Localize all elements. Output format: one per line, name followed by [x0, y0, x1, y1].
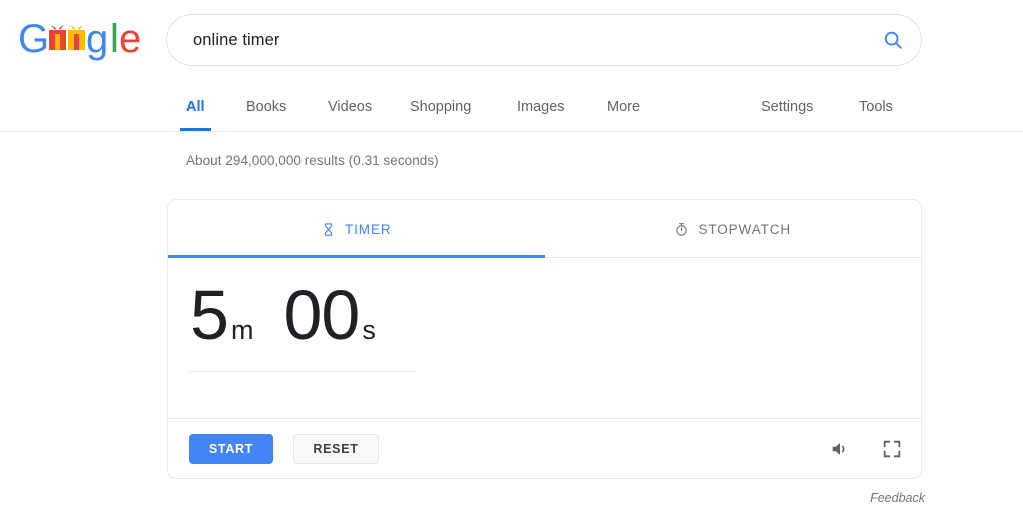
header-divider	[0, 131, 1023, 132]
timer-seconds: 00	[283, 276, 360, 354]
tab-more[interactable]: More	[607, 86, 640, 131]
page-header: G g l e online timer All Books Videos Sh…	[0, 0, 1023, 132]
tab-books[interactable]: Books	[246, 86, 286, 131]
volume-button[interactable]	[827, 436, 853, 462]
tab-timer[interactable]: TIMER	[168, 200, 545, 258]
gift-box-red	[49, 25, 66, 50]
hourglass-icon	[324, 222, 333, 236]
time-input-underline	[189, 371, 415, 372]
gift-box-yellow	[68, 25, 85, 50]
settings-link[interactable]: Settings	[761, 86, 813, 131]
stopwatch-icon	[676, 222, 688, 236]
timer-widget-card: TIMER STOPWATCH 5 m 00 s START RESET	[167, 199, 922, 479]
timer-minutes: 5	[190, 276, 229, 354]
search-results-page: G g l e online timer All Books Videos Sh…	[0, 0, 1023, 526]
tab-images[interactable]: Images	[517, 86, 565, 131]
tab-all[interactable]: All	[180, 86, 210, 131]
volume-on-icon	[832, 443, 845, 455]
result-stats: About 294,000,000 results (0.31 seconds)	[186, 153, 439, 168]
timer-display-area: 5 m 00 s	[168, 258, 921, 418]
tab-videos[interactable]: Videos	[328, 86, 372, 131]
search-button[interactable]	[865, 15, 921, 65]
timer-control-icons	[827, 419, 905, 478]
tab-stopwatch[interactable]: STOPWATCH	[545, 200, 922, 258]
fullscreen-icon	[883, 440, 901, 458]
search-bar[interactable]	[166, 14, 922, 66]
timer-card-tabs: TIMER STOPWATCH	[168, 200, 921, 258]
svg-text:g: g	[86, 18, 108, 61]
search-icon	[884, 31, 902, 49]
tab-stopwatch-label: STOPWATCH	[698, 221, 792, 237]
feedback-link[interactable]: Feedback	[870, 491, 925, 505]
svg-text:e: e	[119, 18, 141, 61]
tab-shopping[interactable]: Shopping	[410, 86, 471, 131]
svg-text:G: G	[18, 18, 49, 61]
svg-text:l: l	[110, 18, 119, 61]
timer-controls: START RESET	[168, 418, 921, 478]
timer-minutes-unit: m	[230, 315, 254, 345]
time-display[interactable]: 5 m 00 s	[190, 280, 376, 350]
tab-timer-label: TIMER	[345, 221, 392, 237]
timer-seconds-unit: s	[362, 315, 376, 345]
tools-link[interactable]: Tools	[859, 86, 893, 131]
start-button[interactable]: START	[189, 433, 273, 464]
google-logo[interactable]: G g l e	[18, 18, 144, 62]
search-input[interactable]	[191, 26, 865, 54]
nav-tabs: All Books Videos Shopping Images More Se…	[0, 86, 1023, 132]
fullscreen-button[interactable]	[879, 436, 905, 462]
reset-button[interactable]: RESET	[293, 433, 379, 464]
